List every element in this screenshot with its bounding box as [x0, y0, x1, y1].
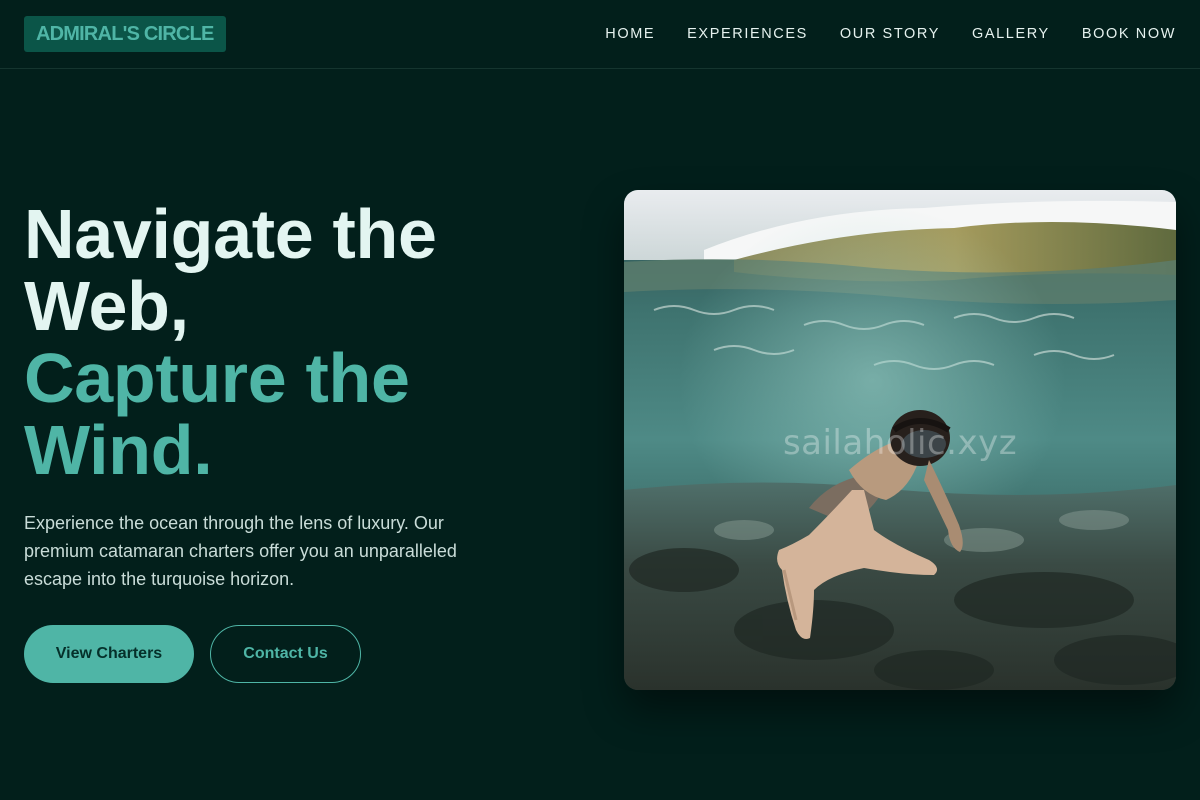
image-watermark: sailaholic.xyz	[782, 423, 1018, 463]
hero-image: sailaholic.xyz	[624, 190, 1176, 690]
view-charters-button[interactable]: View Charters	[24, 625, 194, 683]
headline-accent-line-1: Capture the	[24, 339, 410, 417]
top-navigation-bar: ADMIRAL'S CIRCLE HOME EXPERIENCES OUR ST…	[0, 0, 1200, 69]
headline-line-2: Web,	[24, 267, 189, 345]
headline-accent-line-2: Wind.	[24, 411, 213, 489]
nav-experiences[interactable]: EXPERIENCES	[687, 26, 808, 42]
nav-book-now[interactable]: BOOK NOW	[1082, 26, 1176, 42]
contact-us-button[interactable]: Contact Us	[210, 625, 361, 683]
headline-line-1: Navigate the	[24, 195, 437, 273]
brand-logo[interactable]: ADMIRAL'S CIRCLE	[24, 16, 226, 52]
nav-home[interactable]: HOME	[605, 26, 655, 42]
nav-gallery[interactable]: GALLERY	[972, 26, 1050, 42]
hero-description: Experience the ocean through the lens of…	[24, 513, 457, 589]
hero-headline: Navigate the Web, Capture the Wind.	[24, 198, 437, 486]
main-nav: HOME EXPERIENCES OUR STORY GALLERY BOOK …	[605, 0, 1176, 68]
nav-our-story[interactable]: OUR STORY	[840, 26, 940, 42]
